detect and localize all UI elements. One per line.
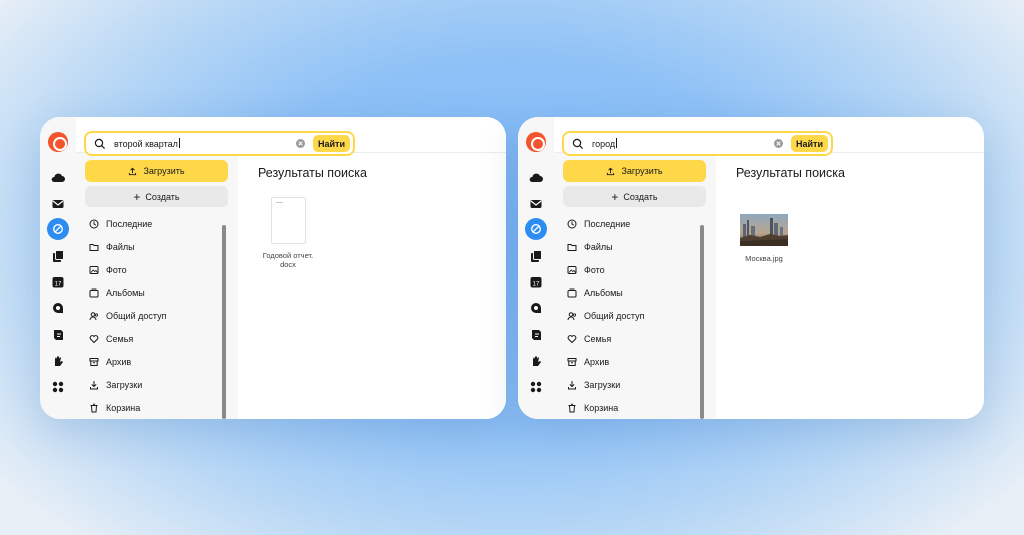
upload-label: Загрузить — [143, 166, 185, 176]
albums-icon — [89, 288, 99, 298]
family-heart-icon — [89, 335, 99, 344]
hand-icon[interactable] — [529, 354, 543, 368]
mail-icon[interactable] — [51, 197, 65, 211]
upload-button[interactable]: Загрузить — [563, 160, 706, 182]
clear-icon[interactable] — [296, 139, 306, 148]
upload-label: Загрузить — [621, 166, 663, 176]
create-button[interactable]: + Создать — [85, 186, 228, 207]
calendar-icon[interactable]: 17 — [51, 275, 65, 289]
sidebar-item-downloads[interactable]: Загрузки — [567, 377, 620, 393]
logo-icon[interactable] — [526, 132, 546, 152]
people-icon — [89, 312, 99, 321]
download-icon — [90, 381, 98, 390]
trash-icon — [568, 403, 576, 413]
services-rail: 17 — [518, 117, 554, 419]
upload-icon — [129, 167, 137, 175]
top-bar: второй квартал Найти — [76, 117, 506, 156]
sidebar-item-archive[interactable]: Архив — [89, 354, 131, 370]
create-label: Создать — [623, 191, 658, 202]
apps-grid-icon[interactable] — [529, 380, 543, 394]
find-button[interactable]: Найти — [791, 135, 828, 152]
telemost-icon[interactable] — [51, 301, 65, 315]
search-icon — [94, 138, 106, 149]
page-title: Результаты поиска — [258, 166, 367, 180]
apps-grid-icon[interactable] — [51, 380, 65, 394]
main-area: Результаты поиска Годовой отчет. docx — [238, 153, 506, 419]
disk-icon[interactable] — [525, 218, 547, 240]
document-thumbnail[interactable] — [271, 197, 306, 244]
sidebar-item-recent[interactable]: Последние — [567, 216, 630, 232]
notes-icon[interactable] — [51, 328, 65, 342]
top-bar: город Найти — [554, 117, 984, 156]
archive-icon — [567, 358, 577, 366]
sidebar-scrollbar[interactable] — [700, 225, 704, 419]
sidebar-item-albums[interactable]: Альбомы — [567, 285, 623, 301]
folder-icon — [567, 244, 577, 251]
file-name[interactable]: Годовой отчет. docx — [253, 251, 323, 269]
search-icon — [572, 138, 584, 149]
notes-icon[interactable] — [529, 328, 543, 342]
calendar-icon[interactable]: 17 — [529, 275, 543, 289]
archive-icon — [89, 358, 99, 366]
plus-icon: + — [133, 189, 141, 204]
download-icon — [568, 381, 576, 390]
family-heart-icon — [567, 335, 577, 344]
svg-text:17: 17 — [55, 282, 62, 288]
search-field[interactable]: город Найти — [562, 131, 833, 156]
disk-window-left: 17 второй квартал Найти Загрузить + Созд… — [40, 117, 506, 419]
main-area: Результаты поиска Москва.jpg — [716, 153, 984, 419]
services-rail: 17 — [40, 117, 76, 419]
trash-icon — [90, 403, 98, 413]
search-input[interactable]: второй квартал — [114, 138, 296, 149]
sidebar-item-trash[interactable]: Корзина — [567, 400, 618, 416]
sidebar-item-photo[interactable]: Фото — [567, 262, 605, 278]
upload-button[interactable]: Загрузить — [85, 160, 228, 182]
docs-icon[interactable] — [529, 249, 543, 263]
docs-icon[interactable] — [51, 249, 65, 263]
people-icon — [567, 312, 577, 321]
search-field[interactable]: второй квартал Найти — [84, 131, 355, 156]
find-button[interactable]: Найти — [313, 135, 350, 152]
logo-icon[interactable] — [48, 132, 68, 152]
upload-icon — [607, 167, 615, 175]
sidebar-item-files[interactable]: Файлы — [567, 239, 613, 255]
create-button[interactable]: + Создать — [563, 186, 706, 207]
file-name[interactable]: Москва.jpg — [740, 254, 788, 263]
hand-icon[interactable] — [51, 354, 65, 368]
sidebar-item-family[interactable]: Семья — [89, 331, 133, 347]
sidebar-item-photo[interactable]: Фото — [89, 262, 127, 278]
sidebar-item-files[interactable]: Файлы — [89, 239, 135, 255]
folder-icon — [89, 244, 99, 251]
svg-text:17: 17 — [533, 282, 540, 288]
photo-icon — [89, 266, 99, 274]
sidebar-item-archive[interactable]: Архив — [567, 354, 609, 370]
cloud-icon[interactable] — [51, 171, 65, 185]
sidebar-item-shared[interactable]: Общий доступ — [567, 308, 644, 324]
sidebar: Загрузить + Создать Последние Файлы Фото… — [554, 153, 716, 419]
clear-icon[interactable] — [774, 139, 784, 148]
city-photo-icon — [740, 214, 788, 246]
clock-icon — [89, 219, 99, 229]
sidebar-item-albums[interactable]: Альбомы — [89, 285, 145, 301]
sidebar-item-recent[interactable]: Последние — [89, 216, 152, 232]
albums-icon — [567, 288, 577, 298]
sidebar-item-trash[interactable]: Корзина — [89, 400, 140, 416]
photo-thumbnail[interactable] — [740, 214, 788, 246]
search-input[interactable]: город — [592, 138, 774, 149]
clock-icon — [567, 219, 577, 229]
sidebar-item-downloads[interactable]: Загрузки — [89, 377, 142, 393]
mail-icon[interactable] — [529, 197, 543, 211]
sidebar-item-family[interactable]: Семья — [567, 331, 611, 347]
plus-icon: + — [611, 189, 619, 204]
telemost-icon[interactable] — [529, 301, 543, 315]
create-label: Создать — [145, 191, 180, 202]
sidebar-scrollbar[interactable] — [222, 225, 226, 419]
disk-icon[interactable] — [47, 218, 69, 240]
photo-icon — [567, 266, 577, 274]
sidebar: Загрузить + Создать Последние Файлы Фото… — [76, 153, 238, 419]
disk-window-right: 17 город Найти Загрузить + Создать После… — [518, 117, 984, 419]
cloud-icon[interactable] — [529, 171, 543, 185]
sidebar-item-shared[interactable]: Общий доступ — [89, 308, 166, 324]
page-title: Результаты поиска — [736, 166, 845, 180]
